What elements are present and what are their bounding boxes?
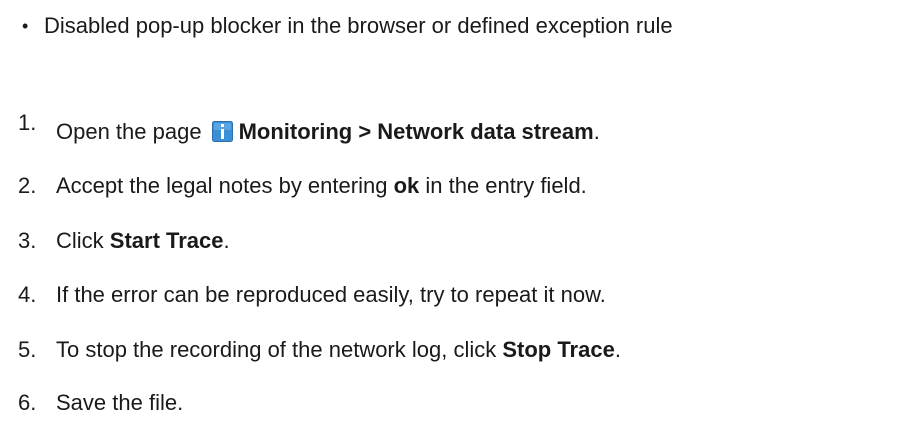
step-text: Accept the legal notes by entering xyxy=(56,173,394,198)
step-text: To stop the recording of the network log… xyxy=(56,337,503,362)
step-item-6: 6. Save the file. xyxy=(18,389,183,417)
requirement-text: Disabled pop-up blocker in the browser o… xyxy=(44,13,673,38)
menu-path: Monitoring > Network data stream xyxy=(238,119,594,144)
start-trace-label: Start Trace xyxy=(109,228,224,253)
step-number: 5. xyxy=(18,337,37,362)
step-number: 2. xyxy=(18,173,37,198)
step-number: 3. xyxy=(18,228,37,253)
step-number: 6. xyxy=(18,390,37,415)
step-number: 4. xyxy=(18,282,37,307)
step-text-end: in the entry field. xyxy=(419,173,587,198)
step-text-end: . xyxy=(223,228,230,253)
step-number: 1. xyxy=(18,110,37,135)
stop-trace-label: Stop Trace xyxy=(502,337,615,362)
step-text-end: . xyxy=(593,119,600,144)
requirement-bullet-item: • Disabled pop-up blocker in the browser … xyxy=(22,12,673,41)
step-item-4: 4. If the error can be reproduced easily,… xyxy=(18,281,606,309)
step-item-5: 5. To stop the recording of the network l… xyxy=(18,336,621,364)
step-text-end: . xyxy=(614,337,621,362)
step-text: If the error can be reproduced easily, t… xyxy=(56,282,606,307)
step-text: Open the page xyxy=(56,119,202,144)
bullet-marker: • xyxy=(22,16,29,36)
step-item-1: 1. Open the page Monitoring > Network dat… xyxy=(18,110,600,146)
step-item-2: 2. Accept the legal notes by entering ok … xyxy=(18,172,587,200)
step-item-3: 3. Click Start Trace. xyxy=(18,227,230,255)
info-icon xyxy=(211,121,233,142)
step-text: Save the file. xyxy=(56,390,184,415)
entry-value: ok xyxy=(393,173,420,198)
step-text: Click xyxy=(56,228,110,253)
